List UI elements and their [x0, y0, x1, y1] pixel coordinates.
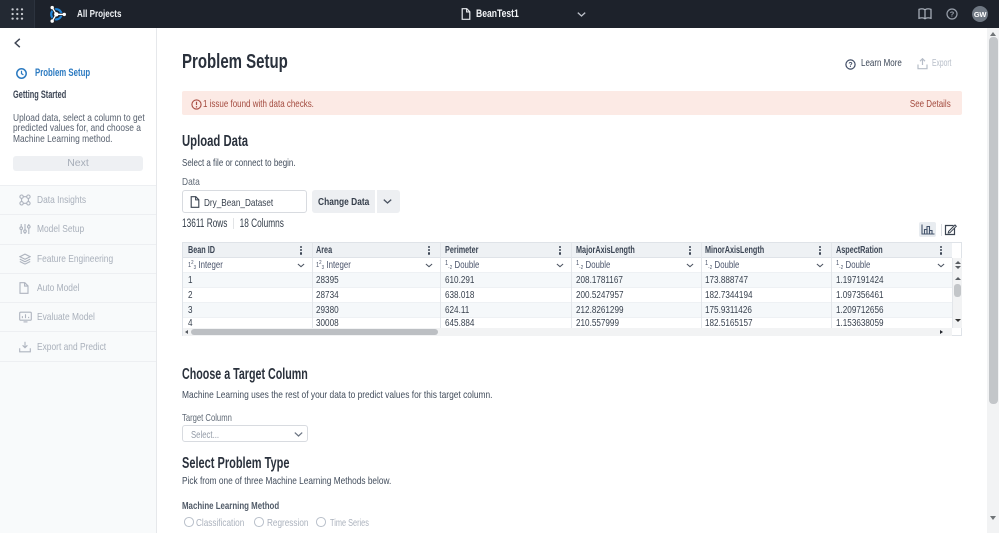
svg-text:?: ? [950, 10, 955, 19]
svg-text:?: ? [848, 62, 852, 69]
